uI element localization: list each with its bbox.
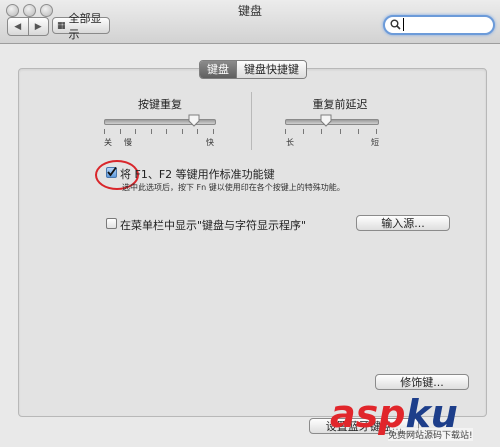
tab-keyboard-shortcuts[interactable]: 键盘快捷键: [236, 61, 306, 78]
tab-bar: 键盘 键盘快捷键: [199, 60, 307, 79]
grid-icon: ▦: [57, 20, 66, 31]
slider-tick: [285, 129, 286, 134]
delay-until-repeat-track[interactable]: [285, 119, 379, 125]
key-repeat-slow-label: 慢: [124, 138, 132, 147]
key-repeat-max-label: 快: [206, 138, 214, 147]
slider-tick: [182, 129, 183, 134]
modifier-keys-button[interactable]: 修饰键...: [375, 374, 469, 390]
navigation-segment: ◀ ▶: [7, 17, 49, 36]
slider-tick: [376, 129, 377, 134]
slider-tick: [358, 129, 359, 134]
watermark-subtitle: 免费网站源码下载站!: [388, 428, 473, 441]
keyboard-settings-panel: [18, 68, 487, 417]
search-field[interactable]: [383, 15, 495, 35]
slider-divider: [251, 92, 252, 150]
slider-tick: [213, 129, 214, 134]
slider-tick: [135, 129, 136, 134]
delay-max-label: 短: [371, 138, 379, 147]
delay-until-repeat-slider-thumb[interactable]: [320, 114, 332, 127]
slider-tick: [166, 129, 167, 134]
key-repeat-title: 按键重复: [138, 98, 182, 111]
slider-tick: [303, 129, 304, 134]
slider-tick: [104, 129, 105, 134]
forward-arrow-icon[interactable]: ▶: [27, 18, 49, 35]
key-repeat-slider-thumb[interactable]: [188, 114, 200, 127]
key-repeat-ticks: [104, 129, 214, 134]
input-sources-button[interactable]: 输入源...: [356, 215, 450, 231]
delay-until-repeat-ticks: [285, 129, 377, 134]
window-titlebar: 键盘 ◀ ▶ ▦ 全部显示: [0, 0, 500, 44]
fn-keys-label: 将 F1、F2 等键用作标准功能键: [120, 168, 275, 181]
slider-tick: [340, 129, 341, 134]
fn-keys-description: 选中此选项后，按下 Fn 键以使用印在各个按键上的特殊功能。: [122, 183, 345, 192]
slider-tick: [120, 129, 121, 134]
search-input[interactable]: [403, 18, 404, 31]
tab-keyboard[interactable]: 键盘: [200, 61, 236, 78]
menu-bar-label: 在菜单栏中显示"键盘与字符显示程序": [120, 219, 307, 232]
slider-tick: [321, 129, 322, 134]
slider-tick: [151, 129, 152, 134]
delay-until-repeat-title: 重复前延迟: [312, 98, 368, 111]
search-icon: [390, 19, 401, 30]
delay-min-label: 长: [286, 138, 294, 147]
back-arrow-icon[interactable]: ◀: [8, 18, 28, 35]
key-repeat-min-label: 关: [104, 138, 112, 147]
slider-tick: [197, 129, 198, 134]
show-all-button[interactable]: ▦ 全部显示: [52, 12, 110, 41]
show-all-label: 全部显示: [68, 11, 102, 41]
menu-bar-checkbox[interactable]: [106, 218, 117, 229]
